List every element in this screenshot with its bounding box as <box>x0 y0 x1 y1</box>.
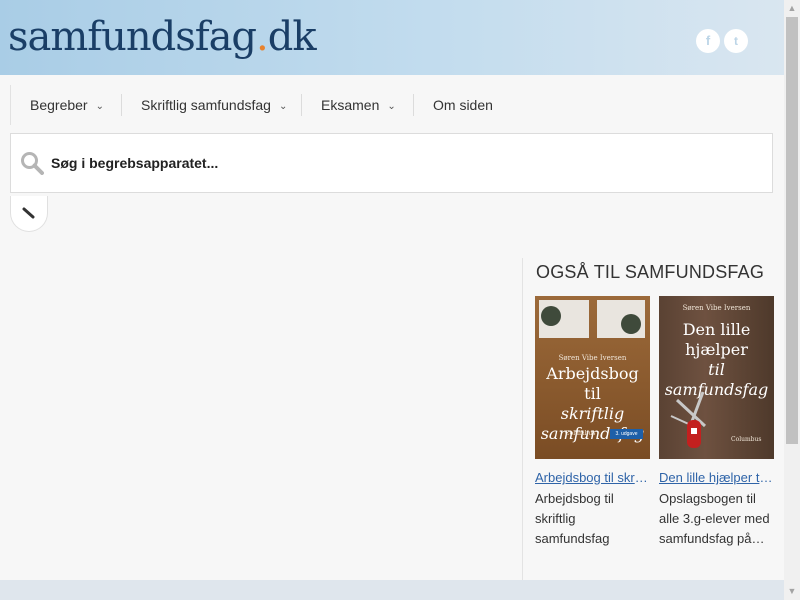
nav-item-eksamen[interactable]: Eksamen ⌄ <box>321 85 396 125</box>
footer-band <box>0 580 784 600</box>
chevron-down-icon: ⌄ <box>95 101 104 112</box>
chevron-down-icon: ⌄ <box>387 101 396 112</box>
search-box <box>10 133 773 193</box>
logo-dot: . <box>256 14 269 60</box>
cover-author: Søren Vibe Iversen <box>558 354 627 362</box>
search-input[interactable] <box>51 148 751 178</box>
nav-divider <box>301 94 302 116</box>
cover-desk-photo <box>597 300 645 338</box>
cover-publisher: Columbus <box>731 436 762 443</box>
cover-title-line: til <box>584 384 601 403</box>
main-navigation: Begreber ⌄ Skriftlig samfundsfag ⌄ Eksamen… <box>10 85 782 125</box>
nav-divider <box>121 94 122 116</box>
cover-title-line: skriftlig <box>560 404 625 423</box>
nav-item-label: Om siden <box>433 97 493 113</box>
cover-title-line: til <box>708 360 725 379</box>
cover-desk-photo <box>539 300 589 338</box>
book-link[interactable]: Arbejdsbog til skriftlig samfundsfag <box>535 469 650 487</box>
nav-item-om-siden[interactable]: Om siden <box>433 85 493 125</box>
book-card: Søren Vibe Iversen Arbejdsbog til skrift… <box>535 296 650 549</box>
nav-item-skriftlig-samfundsfag[interactable]: Skriftlig samfundsfag ⌄ <box>141 85 287 125</box>
search-icon <box>21 152 44 175</box>
nav-item-label: Begreber <box>30 97 88 113</box>
scroll-thumb[interactable] <box>786 17 798 444</box>
nav-item-label: Eksamen <box>321 97 380 113</box>
cover-plant <box>541 306 561 326</box>
swiss-knife-icon <box>670 391 707 448</box>
nav-divider <box>413 94 414 116</box>
facebook-icon[interactable]: f <box>696 29 720 53</box>
twitter-icon[interactable]: t <box>724 29 748 53</box>
loading-spinner <box>10 196 48 232</box>
sidebar-title: OGSÅ TIL SAMFUNDSFAG <box>536 262 765 282</box>
nav-left-border <box>10 85 11 125</box>
site-logo[interactable]: samfundsfag.dk <box>8 12 317 62</box>
page-scrollbar[interactable]: ▲ ▼ <box>784 0 800 600</box>
book-link[interactable]: Den lille hjælper til samfundsfag <box>659 469 774 487</box>
nav-item-begreber[interactable]: Begreber ⌄ <box>30 85 104 125</box>
book-description: Opslagsbogen til alle 3.g-elever med sam… <box>659 491 770 546</box>
book-description: Arbejdsbog til skriftlig samfundsfag <box>535 491 614 546</box>
cover-author: Søren Vibe Iversen <box>682 304 751 312</box>
cover-title-line: Den lille <box>682 320 751 339</box>
site-header: samfundsfag.dk f t <box>0 0 784 75</box>
cover-title-line: hjælper <box>685 340 748 359</box>
cover-edition-badge: 3. udgave <box>610 429 643 439</box>
scroll-up-arrow-icon[interactable]: ▲ <box>784 0 800 17</box>
scroll-down-arrow-icon[interactable]: ▼ <box>784 583 800 600</box>
sidebar-also-for: OGSÅ TIL SAMFUNDSFAG Søren Vibe Iversen … <box>522 258 782 580</box>
logo-tld: dk <box>267 14 317 60</box>
book-cover-image[interactable]: Søren Vibe Iversen Den lille hjælper til… <box>659 296 774 459</box>
logo-main: samfundsfag <box>8 14 257 60</box>
book-card: Søren Vibe Iversen Den lille hjælper til… <box>659 296 774 549</box>
spinner-icon <box>22 207 35 219</box>
chevron-down-icon: ⌄ <box>278 101 288 112</box>
cover-publisher: Columbus <box>565 430 596 437</box>
cover-title-line: Arbejdsbog <box>546 364 639 383</box>
nav-item-label: Skriftlig samfundsfag <box>141 97 271 113</box>
book-cover-image[interactable]: Søren Vibe Iversen Arbejdsbog til skrift… <box>535 296 650 459</box>
cover-plant <box>621 314 641 334</box>
